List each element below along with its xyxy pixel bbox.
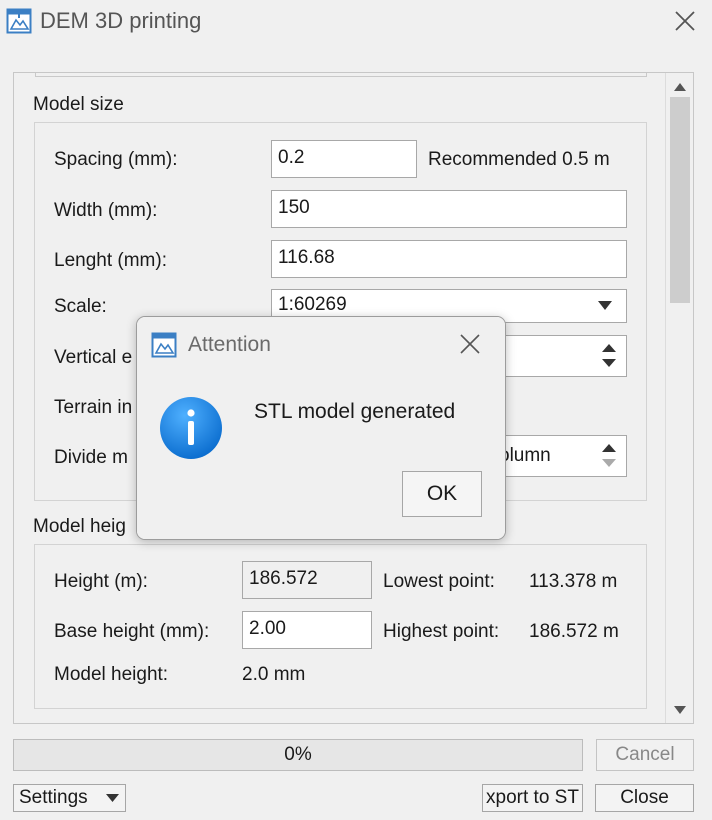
model-height-label: Model height: xyxy=(54,664,169,685)
highest-point-label: Highest point: xyxy=(383,621,500,642)
chevron-down-icon xyxy=(598,301,612,310)
spin-arrows-icon[interactable] xyxy=(600,442,618,470)
app-printer-icon xyxy=(151,332,177,358)
close-icon[interactable] xyxy=(459,333,481,355)
dialog-message: STL model generated xyxy=(254,400,456,423)
highest-point-value: 186.572 m xyxy=(529,621,619,642)
length-input[interactable]: 116.68 xyxy=(271,240,627,278)
scroll-down-icon[interactable] xyxy=(672,702,688,718)
model-height-value: 2.0 mm xyxy=(242,664,306,685)
app-printer-icon xyxy=(6,8,32,34)
scale-value: 1:60269 xyxy=(278,294,347,315)
scale-label: Scale: xyxy=(54,296,107,317)
settings-label: Settings xyxy=(19,787,88,808)
window-titlebar: DEM 3D printing xyxy=(0,0,712,44)
vertical-exaggeration-label: Vertical e xyxy=(54,347,133,368)
dialog-title: Attention xyxy=(188,333,271,356)
model-height-group-label: Model heig xyxy=(33,516,126,537)
width-input[interactable]: 150 xyxy=(271,190,627,228)
info-icon xyxy=(160,397,222,459)
attention-dialog: Attention STL model generated OK xyxy=(136,316,506,540)
height-field: 186.572 xyxy=(242,561,372,599)
lowest-point-value: 113.378 m xyxy=(529,571,618,592)
base-height-input[interactable]: 2.00 xyxy=(242,611,372,649)
dialog-titlebar: Attention xyxy=(137,317,505,372)
close-button[interactable]: Close xyxy=(595,784,694,812)
progress-bar: 0% xyxy=(13,739,583,771)
chevron-down-icon xyxy=(106,794,119,802)
previous-group-box xyxy=(35,73,647,77)
model-size-group-label: Model size xyxy=(33,94,124,115)
height-label: Height (m): xyxy=(54,571,148,592)
divide-model-label: Divide m xyxy=(54,447,128,468)
close-icon[interactable] xyxy=(672,8,698,34)
spacing-label: Spacing (mm): xyxy=(54,149,178,170)
recommended-spacing-text: Recommended 0.5 m xyxy=(428,149,610,170)
cancel-button[interactable]: Cancel xyxy=(596,739,694,771)
base-height-label: Base height (mm): xyxy=(54,621,210,642)
vertical-scrollbar[interactable] xyxy=(665,73,693,723)
settings-menu-button[interactable]: Settings xyxy=(13,784,126,812)
window-title: DEM 3D printing xyxy=(40,8,202,33)
progress-text: 0% xyxy=(284,744,312,765)
spin-arrows-icon[interactable] xyxy=(600,342,618,370)
length-label: Lenght (mm): xyxy=(54,250,167,271)
lowest-point-label: Lowest point: xyxy=(383,571,495,592)
ok-button[interactable]: OK xyxy=(402,471,482,517)
dialog-body: STL model generated OK xyxy=(137,372,505,539)
spacing-input[interactable]: 0.2 xyxy=(271,140,417,178)
export-to-stl-button[interactable]: xport to ST xyxy=(482,784,583,812)
width-label: Width (mm): xyxy=(54,200,158,221)
divide-model-value: olumn xyxy=(499,445,551,466)
scrollbar-thumb[interactable] xyxy=(670,97,690,303)
scroll-up-icon[interactable] xyxy=(672,79,688,95)
terrain-inversion-label: Terrain in xyxy=(54,397,133,418)
